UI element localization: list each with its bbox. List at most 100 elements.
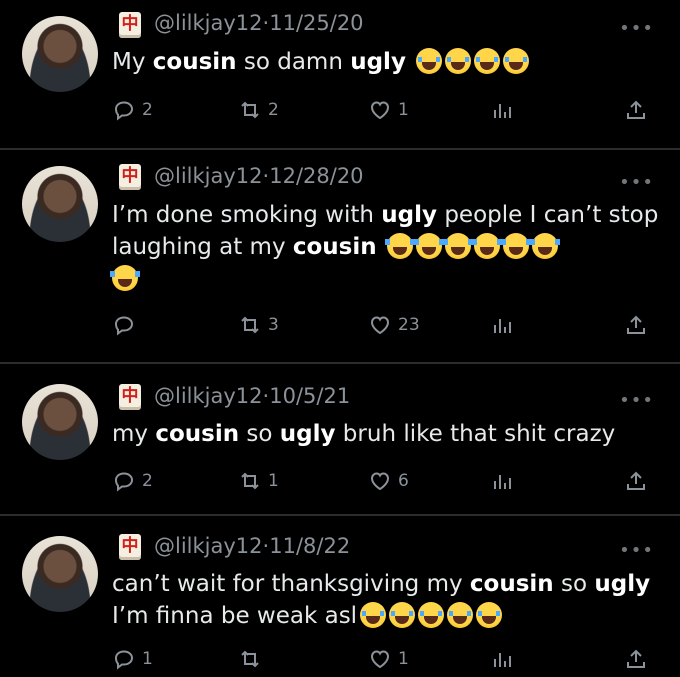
text-segment: so [553, 571, 595, 597]
retweet-button[interactable]: 2 [238, 95, 279, 125]
text-segment: I’m finna be weak asl [112, 603, 358, 629]
views-button[interactable] [490, 466, 514, 496]
retweet-icon [241, 316, 259, 334]
avatar[interactable] [22, 166, 98, 242]
text-segment: people I can’t stop [437, 202, 659, 228]
reply-count: 1 [142, 649, 153, 669]
tweet-text: my cousin so ugly bruh like that shit cr… [112, 418, 660, 450]
user-handle[interactable]: @lilkjay12 [154, 534, 263, 558]
crying-laughing-emoji-icon [476, 602, 503, 628]
reply-count: 2 [142, 100, 153, 120]
tweet-text-line: I’m done smoking with ugly people I can’… [112, 199, 660, 231]
user-handle[interactable]: @lilkjay12 [154, 164, 263, 188]
tweet-meta: @lilkjay12·10/5/21 [154, 384, 351, 408]
reply-icon [114, 472, 134, 492]
tweet-1[interactable]: 中 @lilkjay12·11/25/20 ••• My cousin so d… [0, 0, 680, 148]
like-button[interactable]: 6 [368, 466, 409, 496]
share-button[interactable] [624, 644, 648, 674]
avatar[interactable] [22, 16, 98, 92]
tweet-date[interactable]: 11/25/20 [269, 11, 363, 35]
crying-laughing-emoji-icon [503, 48, 530, 74]
analytics-icon [494, 653, 511, 667]
reply-button[interactable]: 2 [112, 466, 153, 496]
user-handle[interactable]: @lilkjay12 [154, 11, 263, 35]
tweet-feed: 中 @lilkjay12·11/25/20 ••• My cousin so d… [0, 0, 680, 677]
share-icon [627, 649, 645, 668]
text-segment-bold: cousin [469, 571, 554, 597]
retweet-icon [241, 472, 259, 490]
action-bar: 3 23 [112, 310, 662, 340]
more-options-icon[interactable]: ••• [619, 540, 654, 561]
reply-button[interactable]: 1 [112, 644, 153, 674]
retweet-button[interactable]: 3 [238, 310, 279, 340]
tweet-4[interactable]: 中 @lilkjay12·11/8/22 ••• can’t wait for … [0, 516, 680, 677]
tweet-text-line [110, 263, 660, 295]
views-button[interactable] [490, 310, 514, 340]
like-button[interactable]: 1 [368, 644, 409, 674]
retweet-button[interactable] [238, 644, 268, 674]
text-segment-bold: cousin [292, 234, 377, 260]
user-handle[interactable]: @lilkjay12 [154, 384, 263, 408]
like-button[interactable]: 23 [368, 310, 420, 340]
tweet-2[interactable]: 中 @lilkjay12·12/28/20 ••• I’m done smoki… [0, 150, 680, 362]
more-options-icon[interactable]: ••• [619, 18, 654, 39]
reply-button[interactable] [112, 310, 142, 340]
mahjong-badge-icon: 中 [119, 384, 141, 410]
tweet-date[interactable]: 12/28/20 [269, 164, 363, 188]
action-bar: 1 1 [112, 644, 662, 674]
retweet-count: 3 [268, 315, 279, 335]
reply-icon [114, 650, 134, 670]
share-icon [627, 315, 645, 334]
reply-button[interactable]: 2 [112, 95, 153, 125]
mahjong-badge-icon: 中 [119, 12, 141, 38]
mahjong-badge-icon: 中 [119, 164, 141, 190]
heart-icon [370, 472, 390, 491]
crying-laughing-emoji-icon [416, 48, 443, 74]
tweet-3[interactable]: 中 @lilkjay12·10/5/21 ••• my cousin so ug… [0, 364, 680, 514]
share-icon [627, 471, 645, 490]
tears-of-joy-emoji-icon [110, 265, 140, 291]
share-icon [627, 100, 645, 119]
tweet-meta: @lilkjay12·11/25/20 [154, 11, 364, 35]
text-segment: can’t wait for thanksgiving my [112, 571, 470, 597]
analytics-icon [494, 319, 511, 333]
avatar[interactable] [22, 536, 98, 612]
more-options-icon[interactable]: ••• [619, 390, 654, 411]
more-options-icon[interactable]: ••• [619, 172, 654, 193]
views-button[interactable] [490, 95, 514, 125]
tweet-text: My cousin so damn ugly [112, 46, 660, 78]
text-segment-bold: cousin [152, 49, 237, 75]
text-segment-bold: cousin [155, 421, 240, 447]
tweet-text-line: can’t wait for thanksgiving my cousin so… [112, 568, 660, 600]
share-button[interactable] [624, 95, 648, 125]
tears-of-joy-emoji-icon [384, 233, 415, 259]
share-button[interactable] [624, 310, 648, 340]
like-count: 6 [398, 471, 409, 491]
tweet-date[interactable]: 10/5/21 [269, 384, 350, 408]
like-button[interactable]: 1 [368, 95, 409, 125]
text-segment: laughing at my [112, 234, 293, 260]
views-button[interactable] [490, 644, 514, 674]
tears-of-joy-emoji-icon [442, 233, 473, 259]
tweet-meta: @lilkjay12·12/28/20 [154, 164, 364, 188]
retweet-icon [241, 650, 259, 668]
crying-laughing-emoji-icon [474, 48, 501, 74]
tweet-date[interactable]: 11/8/22 [269, 534, 350, 558]
tears-of-joy-emoji-icon [500, 233, 531, 259]
reply-count: 2 [142, 471, 153, 491]
analytics-icon [494, 104, 511, 118]
tears-of-joy-emoji-icon [413, 233, 444, 259]
tweet-meta: @lilkjay12·11/8/22 [154, 534, 351, 558]
tweet-text-line: I’m finna be weak asl [112, 600, 660, 632]
like-count: 1 [398, 100, 409, 120]
heart-icon [370, 316, 390, 335]
share-button[interactable] [624, 466, 648, 496]
retweet-button[interactable]: 1 [238, 466, 279, 496]
crying-laughing-emoji-icon [389, 602, 416, 628]
crying-laughing-emoji-icon [418, 602, 445, 628]
analytics-icon [494, 475, 511, 489]
crying-laughing-emoji-icon [445, 48, 472, 74]
text-segment: I’m done smoking with [112, 202, 382, 228]
tears-of-joy-emoji-icon [529, 233, 560, 259]
avatar[interactable] [22, 384, 98, 460]
